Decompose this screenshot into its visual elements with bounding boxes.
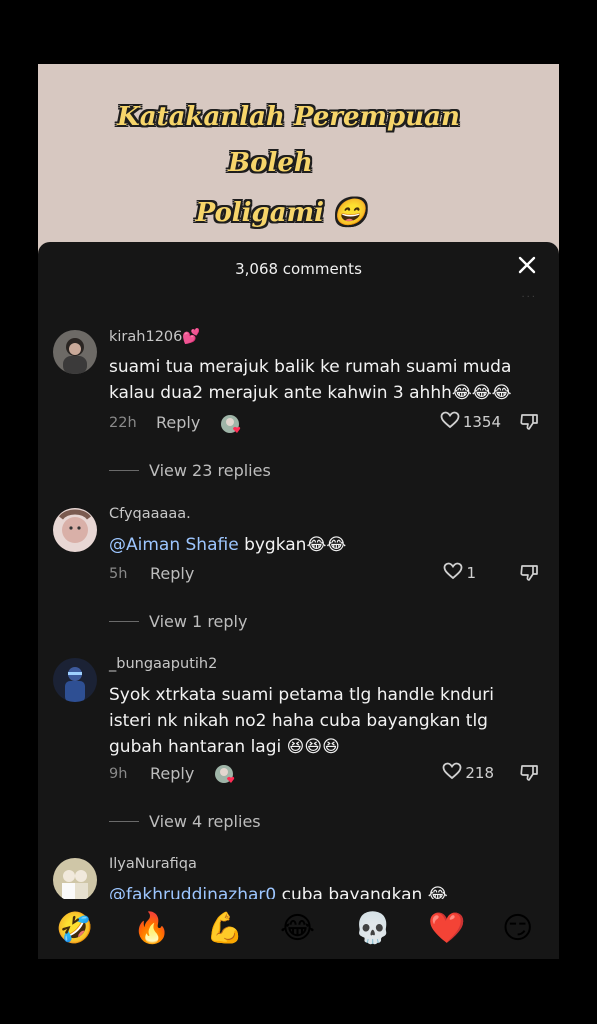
like-button[interactable]: 218 — [442, 762, 494, 784]
creator-reaction-icon — [214, 764, 236, 786]
like-button[interactable]: 1 — [443, 562, 476, 584]
comment-text: suami tua merajuk balik ke rumah suami m… — [109, 357, 512, 403]
fire-emoji-icon[interactable]: 🔥 — [133, 911, 170, 947]
view-replies-button[interactable]: View 4 replies — [109, 812, 261, 831]
avatar[interactable] — [53, 330, 97, 374]
reply-button[interactable]: Reply — [150, 764, 194, 783]
comments-header: 3,068 comments ··· — [38, 242, 559, 303]
red-heart-emoji-icon[interactable]: ❤️ — [428, 911, 465, 947]
comment-username[interactable]: IlyaNurafiqa — [109, 856, 197, 872]
view-replies-button[interactable]: View 1 reply — [109, 612, 247, 631]
divider-line — [109, 821, 139, 822]
like-count: 218 — [465, 764, 494, 782]
comment-body: bygkan😂😂 — [238, 535, 347, 555]
view-replies-label: View 23 replies — [149, 461, 271, 480]
comment-count: 3,068 comments — [235, 260, 362, 278]
video-caption-line1: Katakanlah Perempuan — [117, 102, 460, 132]
tears-of-joy-emoji-icon[interactable]: 😂 — [280, 911, 315, 947]
phone-screen: Katakanlah Perempuan Boleh Poligami 😄 3,… — [38, 64, 559, 959]
comment-username[interactable]: Cfyqaaaaa. — [109, 506, 191, 522]
more-dots: ··· — [521, 292, 537, 303]
dislike-icon[interactable] — [519, 763, 539, 787]
close-icon[interactable] — [515, 255, 539, 279]
like-count: 1 — [466, 564, 476, 582]
comment-time: 22h — [109, 415, 137, 431]
divider-line — [109, 621, 139, 622]
comments-sheet: 3,068 comments ··· kirah1206💕 suami tua … — [38, 242, 559, 959]
video-caption-line2: Boleh — [228, 148, 313, 178]
comment-text: @Aiman Shafie bygkan😂😂 — [109, 532, 549, 558]
video-caption-line3: Poligami 😄 — [195, 198, 366, 228]
avatar[interactable] — [53, 508, 97, 552]
dislike-icon[interactable] — [519, 412, 539, 436]
heart-icon — [442, 762, 462, 784]
heart-icon — [440, 411, 460, 433]
skull-emoji-icon[interactable]: 💀 — [354, 911, 391, 947]
dislike-icon[interactable] — [519, 563, 539, 587]
like-count: 1354 — [462, 413, 501, 431]
view-replies-label: View 4 replies — [149, 812, 261, 831]
mention-link[interactable]: @Aiman Shafie — [109, 535, 239, 555]
comment-time: 9h — [109, 766, 128, 782]
comment-username[interactable]: _bungaaputih2 — [109, 656, 217, 672]
view-replies-button[interactable]: View 23 replies — [109, 461, 271, 480]
emoji-quick-bar: 🤣 🔥 💪 😂 💀 ❤️ 😏 — [38, 899, 559, 959]
comment-text: Syok xtrkata suami petama tlg handle knd… — [109, 685, 494, 757]
creator-reaction-icon — [220, 414, 242, 436]
comment-username[interactable]: kirah1206💕 — [109, 328, 200, 345]
comment-time: 5h — [109, 566, 128, 582]
heart-icon — [443, 562, 463, 584]
flexed-biceps-emoji-icon[interactable]: 💪 — [206, 911, 243, 947]
rofl-emoji-icon[interactable]: 🤣 — [56, 911, 93, 947]
smirk-emoji-icon[interactable]: 😏 — [502, 911, 533, 947]
reply-button[interactable]: Reply — [150, 564, 194, 583]
like-button[interactable]: 1354 — [440, 411, 501, 433]
video-preview[interactable]: Katakanlah Perempuan Boleh Poligami 😄 — [38, 64, 559, 254]
reply-button[interactable]: Reply — [156, 413, 200, 432]
view-replies-label: View 1 reply — [149, 612, 248, 631]
divider-line — [109, 470, 139, 471]
avatar[interactable] — [53, 658, 97, 702]
avatar[interactable] — [53, 858, 97, 902]
